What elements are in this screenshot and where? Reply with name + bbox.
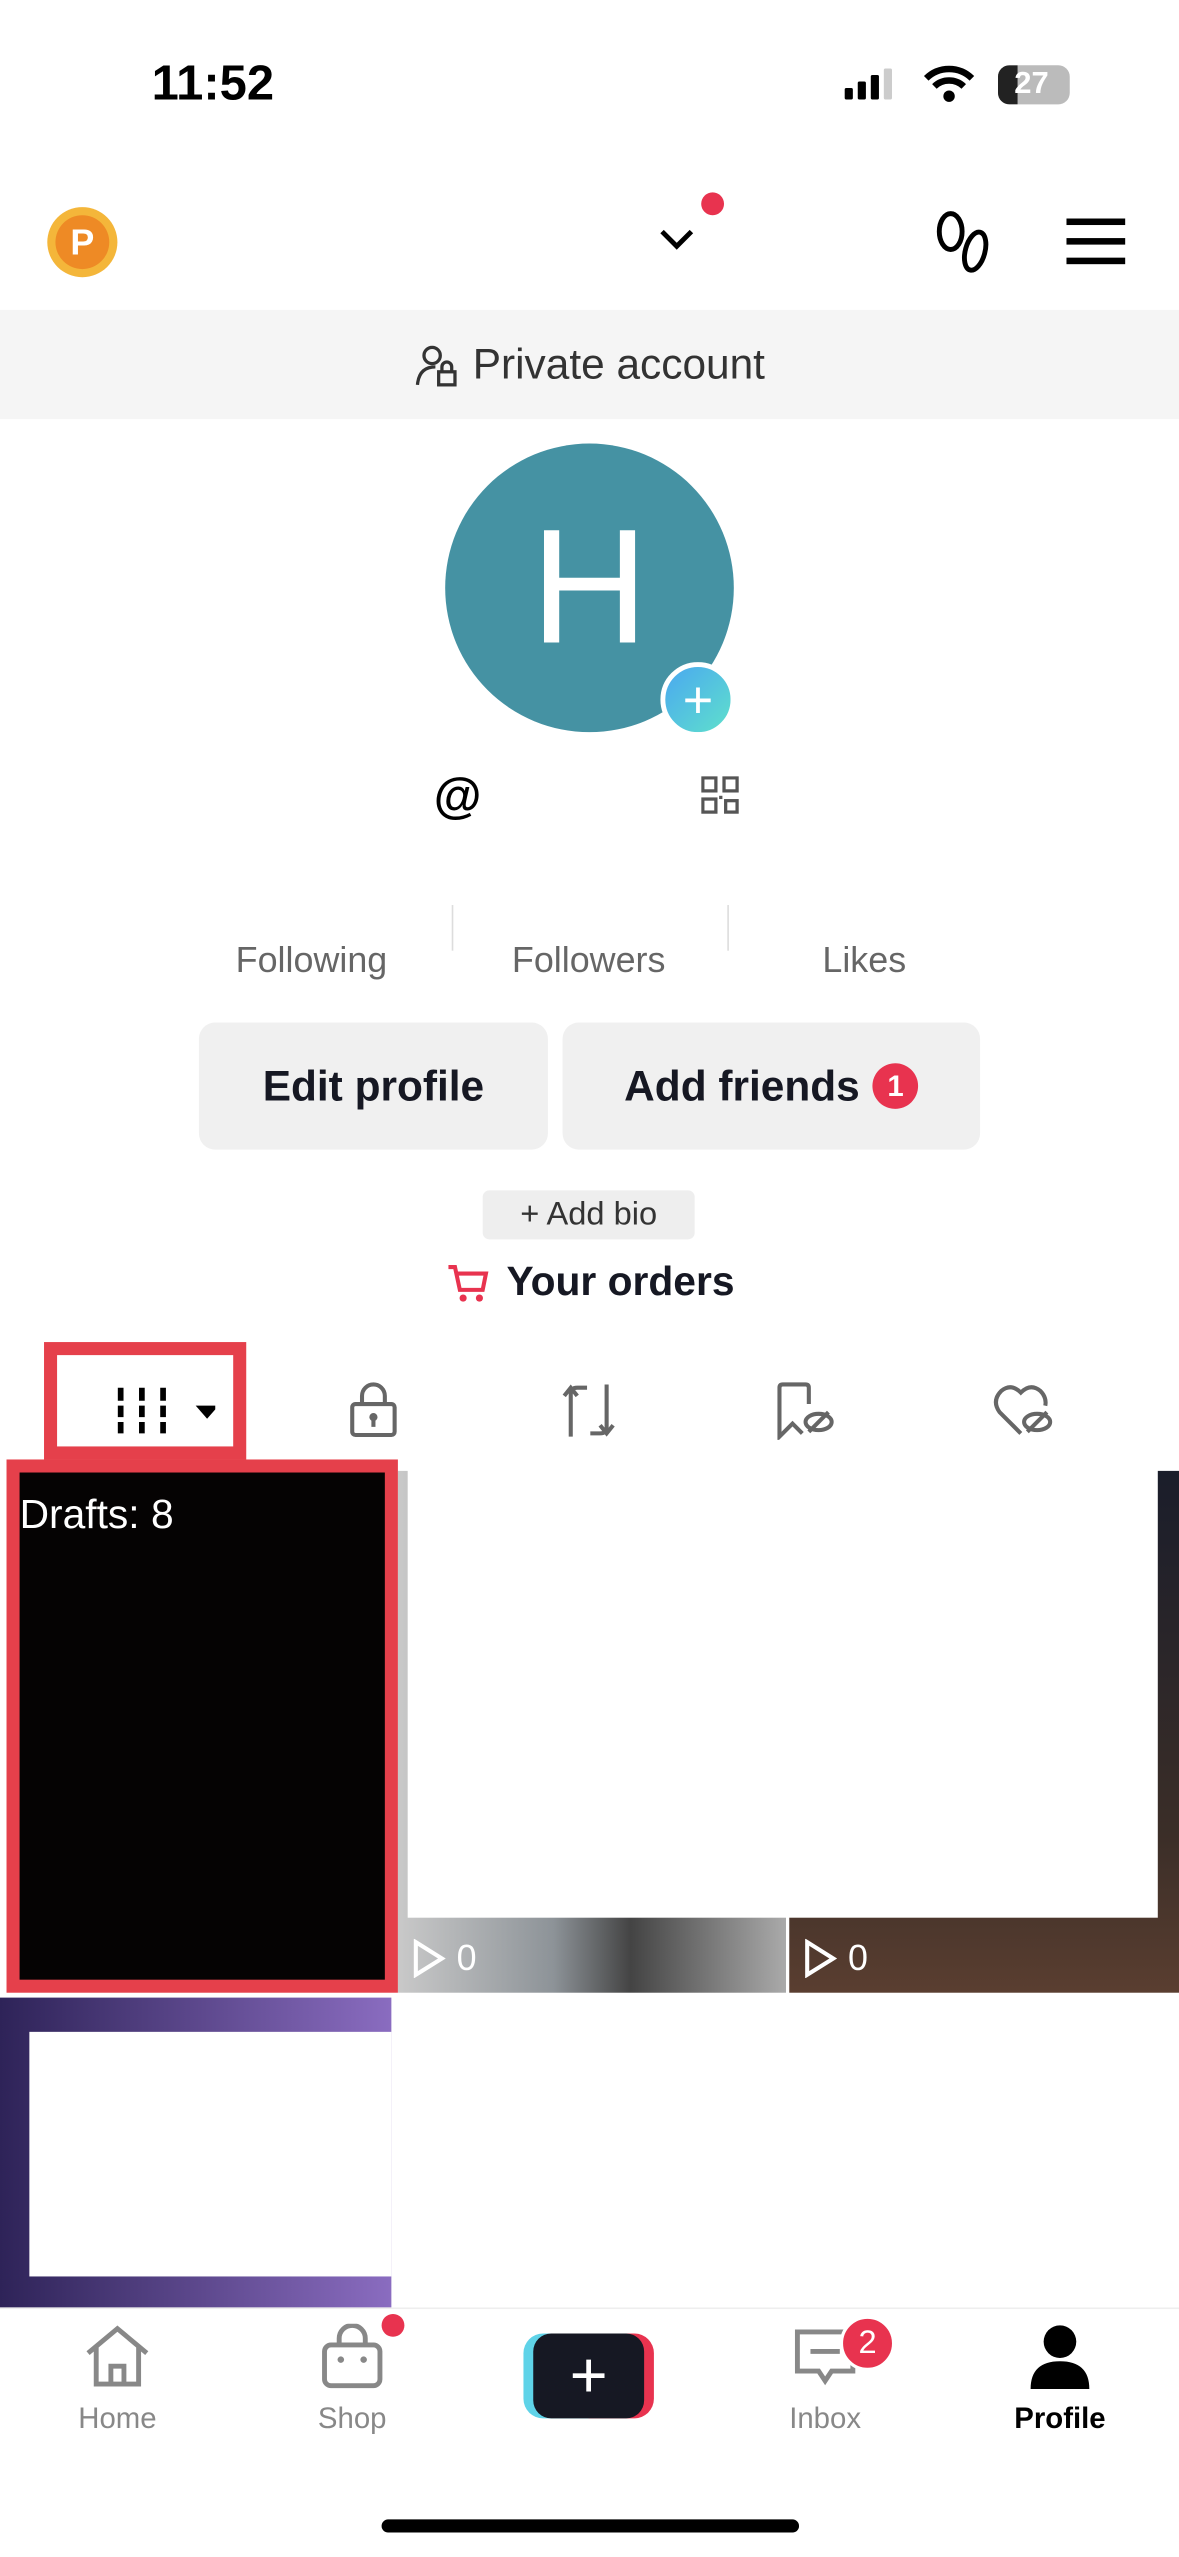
add-friends-badge: 1 bbox=[872, 1063, 919, 1109]
tab-liked[interactable] bbox=[975, 1375, 1073, 1447]
nav-profile[interactable]: Profile bbox=[962, 2324, 1158, 2437]
view-count: 0 bbox=[802, 1937, 868, 1979]
shop-bag-icon bbox=[322, 2323, 383, 2389]
tab-videos[interactable] bbox=[90, 1375, 227, 1447]
redacted-area bbox=[29, 2031, 392, 2277]
menu-icon[interactable] bbox=[1066, 218, 1126, 265]
heart-hidden-icon bbox=[993, 1385, 1053, 1435]
drafts-label: Drafts: 8 bbox=[19, 1492, 174, 1538]
nav-home[interactable]: Home bbox=[20, 2324, 216, 2437]
home-icon bbox=[86, 2325, 149, 2387]
person-lock-icon bbox=[415, 344, 457, 386]
add-bio-button[interactable]: + Add bio bbox=[482, 1190, 695, 1240]
signal-icon bbox=[844, 68, 892, 100]
banner-text: Private account bbox=[472, 339, 765, 389]
cart-icon bbox=[447, 1264, 488, 1301]
view-count: 0 bbox=[411, 1937, 477, 1979]
status-time: 11:52 bbox=[151, 57, 275, 111]
coin-icon: P bbox=[55, 215, 110, 270]
bookmark-hidden-icon bbox=[777, 1382, 834, 1440]
inbox-badge: 2 bbox=[839, 2315, 896, 2372]
tab-favorites[interactable] bbox=[757, 1375, 855, 1447]
stat-following[interactable]: Following bbox=[181, 939, 442, 981]
qr-code-icon[interactable] bbox=[701, 776, 740, 815]
shop-notification-dot bbox=[381, 2313, 405, 2337]
add-friends-button[interactable]: Add friends 1 bbox=[562, 1022, 981, 1150]
dropdown-triangle-icon bbox=[195, 1405, 216, 1419]
wifi-icon bbox=[923, 65, 975, 102]
home-indicator bbox=[381, 2519, 800, 2533]
play-icon bbox=[805, 1938, 838, 1979]
divider bbox=[451, 905, 454, 951]
your-orders-link[interactable]: Your orders bbox=[0, 1259, 1179, 1306]
add-photo-button[interactable]: + bbox=[660, 662, 736, 738]
profile-icon bbox=[1030, 2325, 1090, 2389]
play-icon bbox=[413, 1938, 446, 1979]
divider bbox=[727, 905, 729, 951]
coin-button[interactable]: P bbox=[47, 207, 118, 278]
battery-icon: 27 bbox=[997, 65, 1070, 105]
footprints-icon[interactable] bbox=[933, 209, 995, 277]
your-orders-label: Your orders bbox=[506, 1258, 735, 1305]
lock-icon bbox=[350, 1382, 397, 1438]
private-account-banner: Private account bbox=[0, 309, 1179, 420]
grid-icon bbox=[117, 1387, 216, 1434]
nav-shop[interactable]: Shop bbox=[254, 2323, 450, 2437]
tab-private[interactable] bbox=[325, 1375, 423, 1447]
drafts-cell[interactable]: Drafts: 8 bbox=[19, 1472, 385, 1980]
create-button[interactable]: + bbox=[523, 2333, 654, 2419]
stat-likes[interactable]: Likes bbox=[734, 939, 995, 981]
plus-icon: + bbox=[682, 669, 714, 729]
edit-profile-button[interactable]: Edit profile bbox=[198, 1022, 548, 1150]
tab-reposts[interactable] bbox=[540, 1375, 638, 1447]
add-friends-label: Add friends bbox=[624, 1060, 860, 1110]
plus-icon: + bbox=[533, 2333, 645, 2419]
repost-icon bbox=[562, 1384, 615, 1437]
redacted-area bbox=[407, 1467, 1158, 1918]
handle-prefix: @ bbox=[433, 769, 482, 824]
account-switcher-chevron-icon[interactable] bbox=[657, 225, 696, 254]
stat-followers[interactable]: Followers bbox=[458, 939, 719, 981]
notification-dot bbox=[701, 192, 725, 216]
